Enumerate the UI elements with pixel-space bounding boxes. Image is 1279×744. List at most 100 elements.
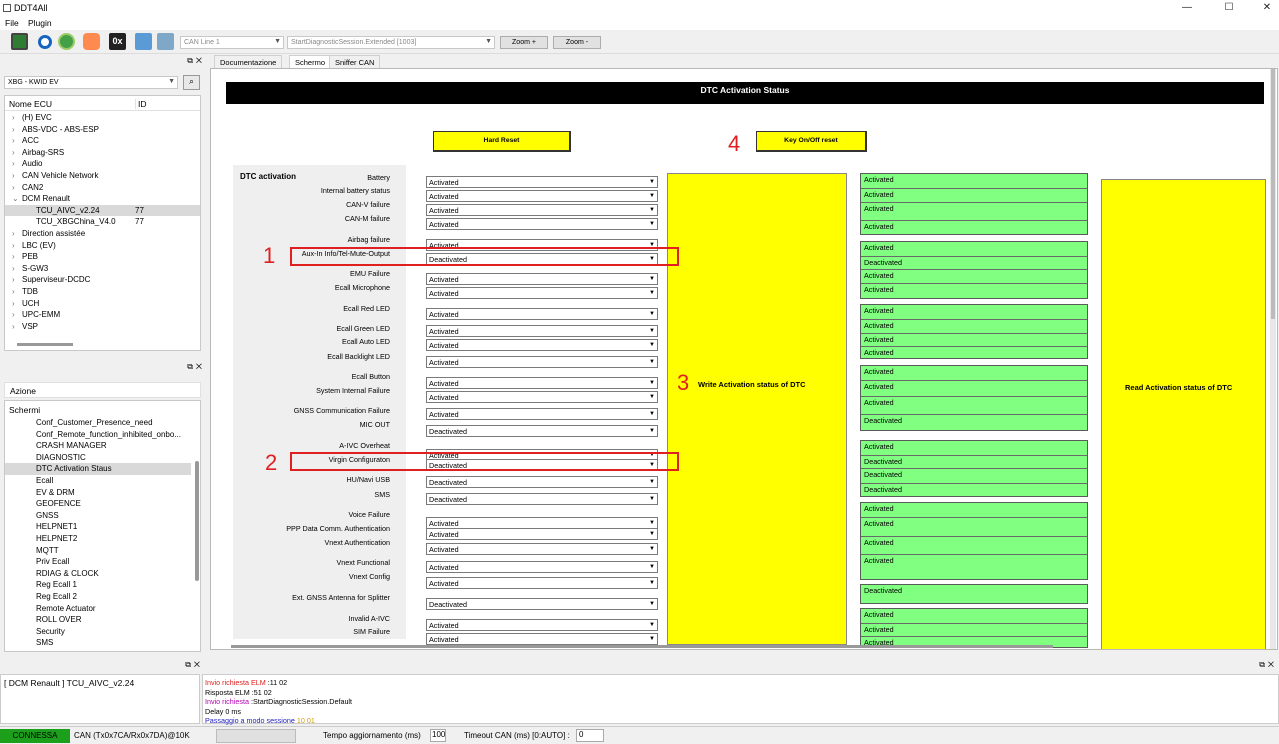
tab-screen[interactable]: Schermo [289, 55, 332, 68]
dtc-select[interactable]: Activated ▼ [426, 633, 658, 645]
vehicle-select[interactable]: XBG - KWID EV ▼ [4, 76, 178, 89]
menu-plugin[interactable]: Plugin [28, 18, 52, 28]
refresh-icon[interactable] [38, 35, 52, 49]
session-select[interactable]: StartDiagnosticSession.Extended [1003] ▼ [287, 36, 495, 49]
ecu-tree-item[interactable]: › Audio [5, 158, 200, 170]
expand-arrow-icon[interactable]: › [12, 182, 15, 194]
key-reset-button[interactable]: Key On/Off reset [756, 131, 867, 152]
heart-monitor-icon[interactable] [83, 33, 100, 50]
ecu-tree-item[interactable]: › Superviseur-DCDC [5, 274, 200, 286]
timeout-input[interactable]: 0 [576, 729, 604, 742]
expand-arrow-icon[interactable]: › [12, 170, 15, 182]
screen-list-item[interactable]: DTC Activation Staus [5, 463, 191, 475]
refresh-input[interactable]: 100 [430, 729, 446, 742]
maximize-button[interactable]: ☐ [1223, 2, 1235, 14]
ecu-tree-item[interactable]: › TDB [5, 286, 200, 298]
can-line-select[interactable]: CAN Line 1 ▼ [180, 36, 284, 49]
ecu-tree-item[interactable]: › PEB [5, 251, 200, 263]
ecu-tree-item[interactable]: › VSP [5, 321, 200, 333]
screen-list-item[interactable]: HELPNET1 [5, 521, 191, 533]
dtc-select[interactable]: Deactivated ▼ [426, 425, 658, 437]
ecu-tree-item[interactable]: › S-GW3 [5, 263, 200, 275]
zoom-in-button[interactable]: Zoom + [500, 36, 548, 49]
write-activation-button[interactable]: Write Activation status of DTC [667, 173, 847, 645]
ecu-tree-item[interactable]: › ACC [5, 135, 200, 147]
connect-icon[interactable] [58, 33, 75, 50]
screen-list-item[interactable]: Conf_Remote_function_inhibited_onbo... [5, 429, 191, 441]
dtc-select[interactable]: Deactivated ▼ [426, 476, 658, 488]
screen-list-item[interactable]: CRASH MANAGER [5, 440, 191, 452]
screen-list-item[interactable]: RDIAG & CLOCK [5, 568, 191, 580]
dtc-select[interactable]: Activated ▼ [426, 287, 658, 299]
expand-arrow-icon[interactable]: › [12, 251, 15, 263]
ecu-tree-item[interactable]: TCU_XBGChina_V4.0 77 [5, 216, 200, 228]
screen-list-item[interactable]: Ecall [5, 475, 191, 487]
vertical-scrollbar[interactable] [1270, 69, 1276, 649]
screen-list-item[interactable]: Security [5, 626, 191, 638]
dtc-select[interactable]: Activated ▼ [426, 391, 658, 403]
dtc-select[interactable]: Activated ▼ [426, 408, 658, 420]
dtc-select[interactable]: Activated ▼ [426, 339, 658, 351]
tab-documentation[interactable]: Documentazione [214, 55, 283, 68]
screen-list-item[interactable]: DIAGNOSTIC [5, 452, 191, 464]
pane-float-close-icon[interactable]: ⧉✕ [187, 56, 205, 66]
dtc-select[interactable]: Activated ▼ [426, 528, 658, 540]
ecu-tree-item[interactable]: › ABS-VDC - ABS-ESP [5, 124, 200, 136]
expand-arrow-icon[interactable]: › [12, 147, 15, 159]
ecu-tree-item[interactable]: › (H) EVC [5, 112, 200, 124]
dtc-select[interactable]: Activated ▼ [426, 619, 658, 631]
screen-list-item[interactable]: EV & DRM [5, 487, 191, 499]
dtc-select[interactable]: Deactivated ▼ [426, 493, 658, 505]
screen-list-item[interactable]: SMS [5, 637, 191, 649]
ecu-tree-item[interactable]: › CAN2 [5, 182, 200, 194]
horizontal-scrollbar[interactable] [231, 645, 1053, 648]
minimize-button[interactable]: — [1181, 2, 1193, 14]
pane-float-close-icon[interactable]: ⧉✕ [185, 660, 203, 670]
expand-arrow-icon[interactable]: ⌄ [12, 193, 19, 205]
ecu-tree-item[interactable]: › Airbag-SRS [5, 147, 200, 159]
dtc-select[interactable]: Activated ▼ [426, 543, 658, 555]
dtc-select[interactable]: Activated ▼ [426, 190, 658, 202]
screen-list-item[interactable]: Conf_Customer_Presence_need [5, 417, 191, 429]
screen-list-item[interactable]: GNSS [5, 510, 191, 522]
expand-arrow-icon[interactable]: › [12, 240, 15, 252]
dtc-select[interactable]: Activated ▼ [426, 273, 658, 285]
hard-reset-button[interactable]: Hard Reset [433, 131, 571, 152]
ecu-tree-item[interactable]: ⌄ DCM Renault [5, 193, 200, 205]
hex-mode-icon[interactable]: 0x [109, 33, 126, 50]
ecu-tree-item[interactable]: › CAN Vehicle Network [5, 170, 200, 182]
expand-arrow-icon[interactable]: › [12, 298, 15, 310]
dtc-select[interactable]: Activated ▼ [426, 377, 658, 389]
expand-arrow-icon[interactable]: › [12, 286, 15, 298]
network-icon[interactable] [135, 33, 152, 50]
screen-list-item[interactable]: Priv Ecall [5, 556, 191, 568]
zoom-out-button[interactable]: Zoom - [553, 36, 601, 49]
tab-sniffer[interactable]: Sniffer CAN [329, 55, 381, 68]
pane-float-close-icon[interactable]: ⧉✕ [187, 362, 205, 372]
search-icon[interactable]: ⌕ [183, 75, 200, 90]
menu-file[interactable]: File [5, 18, 19, 28]
dtc-select[interactable]: Activated ▼ [426, 204, 658, 216]
dtc-select[interactable]: Activated ▼ [426, 218, 658, 230]
close-button[interactable]: ✕ [1261, 2, 1273, 14]
screen-list-item[interactable]: Reg Ecall 2 [5, 591, 191, 603]
expand-arrow-icon[interactable]: › [12, 228, 15, 240]
expand-arrow-icon[interactable]: › [12, 158, 15, 170]
expand-arrow-icon[interactable]: › [12, 274, 15, 286]
pane-float-close-icon[interactable]: ⧉✕ [1259, 660, 1277, 670]
screens-scrollbar[interactable] [195, 461, 199, 581]
dtc-select[interactable]: Deactivated ▼ [426, 598, 658, 610]
screen-list-item[interactable]: HELPNET2 [5, 533, 191, 545]
actions-header[interactable]: Azione [4, 382, 201, 398]
ecu-tree-item[interactable]: › UCH [5, 298, 200, 310]
expand-arrow-icon[interactable]: › [12, 135, 15, 147]
expand-arrow-icon[interactable]: › [12, 309, 15, 321]
screen-list-item[interactable]: MQTT [5, 545, 191, 557]
read-activation-button[interactable]: Read Activation status of DTC [1101, 179, 1266, 649]
ecu-tree-item[interactable]: › UPC-EMM [5, 309, 200, 321]
dtc-select[interactable]: Activated ▼ [426, 561, 658, 573]
expand-arrow-icon[interactable]: › [12, 124, 15, 136]
dtc-select[interactable]: Activated ▼ [426, 577, 658, 589]
screen-list-item[interactable]: ROLL OVER [5, 614, 191, 626]
dtc-select[interactable]: Activated ▼ [426, 176, 658, 188]
